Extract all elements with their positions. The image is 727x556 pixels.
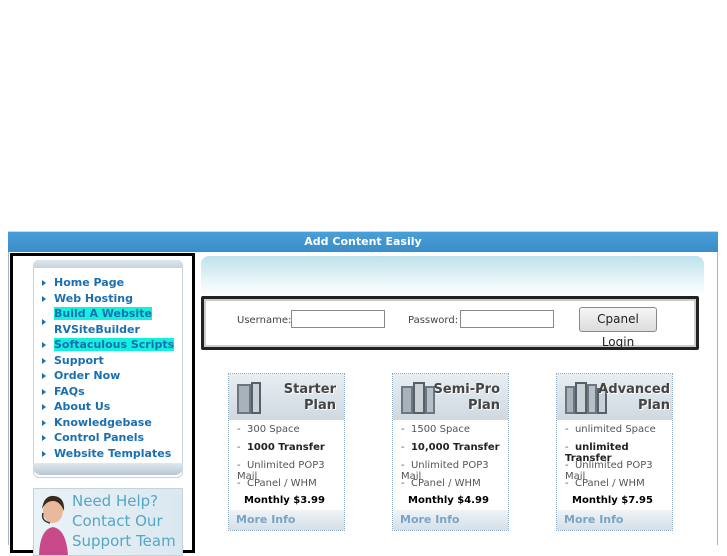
more-info-link[interactable]: More Info <box>229 510 344 530</box>
password-label: Password: <box>408 315 459 326</box>
plan-feature: - CPanel / WHM <box>401 478 481 489</box>
support-agent-icon <box>39 495 68 555</box>
nav-item-softaculous[interactable]: Softaculous Scripts <box>38 337 175 353</box>
triangle-right-icon <box>42 419 46 426</box>
password-input[interactable] <box>460 310 554 328</box>
plan-feature: - 1500 Space <box>401 424 471 435</box>
more-info-link[interactable]: More Info <box>393 510 508 530</box>
nav-list: Home Page Web Hosting Build A Website RVS… <box>38 275 175 462</box>
plan-header: Starter Plan <box>229 374 344 420</box>
username-label: Username: <box>237 315 292 326</box>
nav-item-about-us[interactable]: About Us <box>38 399 174 415</box>
banner-area <box>8 0 718 232</box>
triangle-right-icon <box>42 319 46 325</box>
help-text: Need Help? Contact Our Support Team <box>72 492 176 550</box>
help-banner[interactable]: Need Help? Contact Our Support Team <box>33 488 183 556</box>
username-input[interactable] <box>291 310 385 328</box>
triangle-right-icon <box>42 373 46 379</box>
plan-header: Semi-Pro Plan <box>393 374 508 420</box>
nav-item-support[interactable]: Support <box>38 353 174 369</box>
plan-feature: - 10,000 Transfer <box>401 442 500 453</box>
triangle-right-icon <box>42 435 46 441</box>
plan-feature: - 300 Space <box>237 424 300 435</box>
plan-feature: - CPanel / WHM <box>565 478 645 489</box>
plan-price: Monthly $3.99 <box>244 495 325 506</box>
plan-card-starter: Starter Plan - 300 Space - 1000 Transfer … <box>228 373 345 531</box>
content-bar: Add Content Easily <box>8 232 718 252</box>
nav-item-faqs[interactable]: FAQs <box>38 384 174 400</box>
content-header <box>201 256 704 296</box>
triangle-right-icon <box>42 357 46 364</box>
triangle-right-icon <box>42 388 46 395</box>
plan-card-advanced: Advanced Plan - unlimited Space - unlimit… <box>556 373 673 531</box>
left-sidebar: Home Page Web Hosting Build A Website RVS… <box>10 253 195 556</box>
cpanel-login-button[interactable]: Cpanel Login <box>579 307 657 349</box>
plan-header: Advanced Plan <box>557 374 672 420</box>
cpanel-login-form: Username: Password: Cpanel Login <box>201 296 699 350</box>
triangle-right-icon <box>42 342 46 348</box>
triangle-right-icon <box>42 450 46 457</box>
plan-card-semi-pro: Semi-Pro Plan - 1500 Space - 10,000 Trans… <box>392 373 509 531</box>
plan-feature: - 1000 Transfer <box>237 442 325 453</box>
nav-item-knowledgebase[interactable]: Knowledgebase <box>38 415 174 431</box>
plan-price: Monthly $4.99 <box>408 495 489 506</box>
more-info-link[interactable]: More Info <box>557 510 672 530</box>
nav-item-control-panels[interactable]: Control Panels <box>38 430 174 446</box>
nav-panel: Home Page Web Hosting Build A Website RVS… <box>33 260 183 478</box>
nav-item-website-templates[interactable]: Website Templates <box>38 446 174 462</box>
nav-item-order-now[interactable]: Order Now <box>38 368 174 384</box>
plan-feature: - CPanel / WHM <box>237 478 317 489</box>
server-rack-icon <box>237 382 261 414</box>
plan-price: Monthly $7.95 <box>572 495 653 506</box>
triangle-right-icon <box>42 295 46 302</box>
nav-item-home[interactable]: Home Page <box>38 275 174 291</box>
triangle-right-icon <box>42 404 46 410</box>
triangle-right-icon <box>42 280 46 286</box>
nav-panel-footer <box>33 463 183 475</box>
nav-item-web-hosting[interactable]: Web Hosting <box>38 291 174 307</box>
plan-feature: - unlimited Space <box>565 424 656 435</box>
nav-item-build-website[interactable]: Build A Website RVSiteBuilder <box>38 306 174 337</box>
